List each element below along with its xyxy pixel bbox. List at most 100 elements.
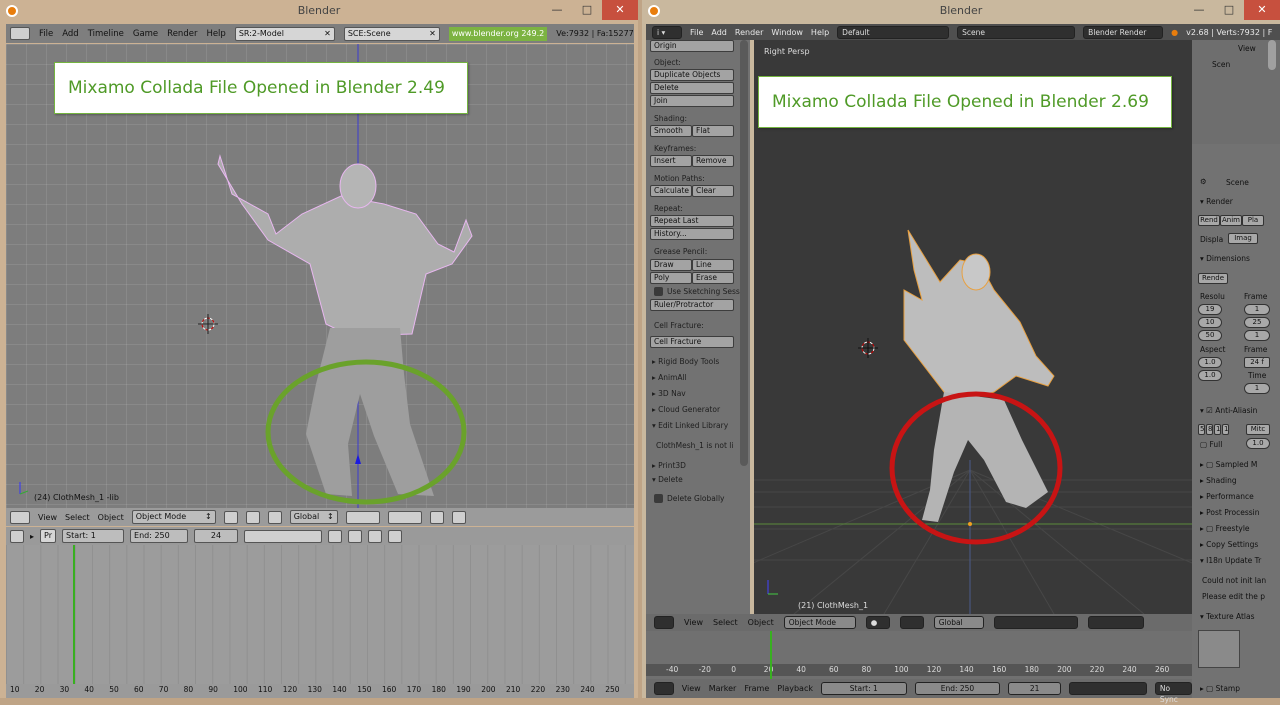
timeline-editor-icon[interactable] bbox=[10, 529, 24, 543]
origin-button[interactable]: Origin bbox=[650, 40, 734, 52]
join-button[interactable]: Join bbox=[650, 95, 734, 107]
menu-object[interactable]: Object bbox=[98, 513, 124, 522]
frame-step-field[interactable]: 1 bbox=[1244, 330, 1270, 341]
texture-atlas-list[interactable] bbox=[1198, 630, 1240, 668]
shading-panel[interactable]: ▸ Shading bbox=[1200, 476, 1237, 485]
current-frame-field[interactable]: 24 bbox=[194, 529, 239, 543]
frame-start-field[interactable]: 1 bbox=[1244, 304, 1270, 315]
layout-select[interactable]: Default bbox=[837, 25, 950, 39]
play-triangle-icon[interactable]: ▸ bbox=[30, 532, 34, 541]
poly-button[interactable]: Poly bbox=[650, 272, 692, 284]
editor-type-icon[interactable]: i ▾ bbox=[652, 25, 682, 39]
full-sample-field[interactable]: 1.0 bbox=[1246, 438, 1270, 449]
menu-frame[interactable]: Frame bbox=[744, 684, 769, 693]
orientation-select[interactable]: Global ↕ bbox=[289, 510, 338, 524]
render-icon[interactable] bbox=[451, 510, 466, 524]
layer-buttons[interactable] bbox=[993, 616, 1078, 629]
print3d-panel[interactable]: ▸ Print3D bbox=[652, 461, 686, 470]
layer-buttons-2[interactable] bbox=[387, 510, 422, 524]
menu-file[interactable]: File bbox=[690, 28, 703, 37]
menu-timeline[interactable]: Timeline bbox=[88, 29, 124, 39]
time-field[interactable]: 1 bbox=[1244, 383, 1270, 394]
menu-file[interactable]: File bbox=[39, 29, 53, 39]
playback-controls[interactable] bbox=[1068, 682, 1147, 695]
delete-globally-checkbox[interactable] bbox=[654, 494, 663, 503]
aspect-y-field[interactable]: 1.0 bbox=[1198, 370, 1222, 381]
animation-button[interactable]: Anim bbox=[1220, 215, 1242, 226]
edit-linked-panel[interactable]: ▾ Edit Linked Library bbox=[652, 421, 728, 430]
copy-settings-panel[interactable]: ▸ Copy Settings bbox=[1200, 540, 1258, 549]
shading-icon[interactable]: ● bbox=[865, 616, 890, 629]
close-button[interactable]: ✕ bbox=[602, 0, 638, 20]
sketching-checkbox[interactable] bbox=[654, 287, 663, 296]
fps-select[interactable]: 24 f bbox=[1244, 357, 1270, 368]
record-icon[interactable] bbox=[328, 529, 343, 543]
menu-render[interactable]: Render bbox=[167, 29, 197, 39]
line-button[interactable]: Line bbox=[692, 259, 734, 271]
freestyle-panel[interactable]: ▸ ▢ Freestyle bbox=[1200, 524, 1250, 533]
render-panel[interactable]: ▾ Render bbox=[1200, 197, 1233, 206]
editor-type-icon[interactable] bbox=[10, 27, 30, 40]
timeline-editor-icon[interactable] bbox=[654, 682, 674, 695]
delete-button[interactable]: Delete bbox=[650, 82, 734, 94]
history-button[interactable]: History... bbox=[650, 228, 734, 240]
maximize-button[interactable]: □ bbox=[1214, 0, 1244, 20]
key-icon[interactable] bbox=[368, 529, 383, 543]
timeline-area[interactable] bbox=[6, 545, 634, 698]
screen-field[interactable]: SR:2-Model ✕ bbox=[234, 26, 335, 41]
menu-select[interactable]: Select bbox=[65, 513, 90, 522]
manipulator-icon[interactable] bbox=[267, 510, 282, 524]
menu-add[interactable]: Add bbox=[711, 28, 727, 37]
smooth-button[interactable]: Smooth bbox=[650, 125, 692, 137]
snap-icons[interactable] bbox=[1087, 616, 1144, 629]
menu-help[interactable]: Help bbox=[811, 28, 829, 37]
render-engine-select[interactable]: Blender Render bbox=[1083, 25, 1164, 39]
menu-select[interactable]: Select bbox=[713, 618, 738, 627]
outliner-scrollbar[interactable] bbox=[1268, 40, 1276, 70]
aa-sample-11[interactable]: 1 bbox=[1214, 424, 1221, 435]
3d-nav-panel[interactable]: ▸ 3D Nav bbox=[652, 389, 686, 398]
editor-type-icon[interactable] bbox=[654, 616, 674, 629]
aa-sample-8[interactable]: 8 bbox=[1206, 424, 1213, 435]
3d-viewport[interactable]: Mixamo Collada File Opened in Blender 2.… bbox=[6, 44, 634, 508]
texture-atlas-panel[interactable]: ▾ Texture Atlas bbox=[1200, 612, 1255, 621]
performance-panel[interactable]: ▸ Performance bbox=[1200, 492, 1254, 501]
current-frame-field[interactable]: 21 bbox=[1008, 682, 1061, 695]
remove-keyframe-button[interactable]: Remove bbox=[692, 155, 734, 167]
lock-icon[interactable] bbox=[429, 510, 444, 524]
menu-marker[interactable]: Marker bbox=[709, 684, 737, 693]
outliner[interactable]: View Scen bbox=[1192, 40, 1280, 144]
cell-fracture-button[interactable]: Cell Fracture bbox=[650, 336, 734, 348]
menu-help[interactable]: Help bbox=[206, 29, 225, 39]
start-frame-field[interactable]: Start: 1 bbox=[820, 682, 907, 695]
keying-icon[interactable] bbox=[348, 529, 363, 543]
insert-keyframe-button[interactable]: Insert bbox=[650, 155, 692, 167]
scene-field[interactable]: SCE:Scene ✕ bbox=[343, 26, 440, 41]
pivot-icon[interactable] bbox=[899, 616, 924, 629]
outliner-view-menu[interactable]: View bbox=[1238, 44, 1256, 53]
ruler-protractor-button[interactable]: Ruler/Protractor bbox=[650, 299, 734, 311]
menu-view[interactable]: View bbox=[684, 618, 703, 627]
erase-button[interactable]: Erase bbox=[692, 272, 734, 284]
post-processing-panel[interactable]: ▸ Post Processin bbox=[1200, 508, 1260, 517]
menu-view[interactable]: View bbox=[38, 513, 57, 522]
aa-filter-select[interactable]: Mitc bbox=[1246, 424, 1270, 435]
display-select[interactable]: Imag bbox=[1228, 233, 1258, 244]
tool-shelf-scrollbar[interactable] bbox=[740, 40, 748, 466]
url-link[interactable]: www.blender.org 249.2 bbox=[448, 26, 548, 41]
menu-game[interactable]: Game bbox=[133, 29, 158, 39]
magnet-icon[interactable] bbox=[245, 510, 260, 524]
minimize-button[interactable]: — bbox=[1184, 0, 1214, 20]
menu-view[interactable]: View bbox=[682, 684, 701, 693]
layer-buttons-1[interactable] bbox=[345, 510, 380, 524]
full-sample-checkbox[interactable]: ▢ Full bbox=[1200, 440, 1222, 449]
scene-select[interactable]: Scene bbox=[957, 25, 1076, 39]
outliner-scene-item[interactable]: Scen bbox=[1212, 60, 1230, 69]
close-button[interactable]: ✕ bbox=[1244, 0, 1280, 20]
menu-render[interactable]: Render bbox=[735, 28, 763, 37]
mode-select[interactable]: Object Mode ↕ bbox=[131, 510, 216, 524]
frame-end-field[interactable]: 25 bbox=[1244, 317, 1270, 328]
repeat-last-button[interactable]: Repeat Last bbox=[650, 215, 734, 227]
maximize-button[interactable]: □ bbox=[572, 0, 602, 20]
menu-playback[interactable]: Playback bbox=[777, 684, 813, 693]
